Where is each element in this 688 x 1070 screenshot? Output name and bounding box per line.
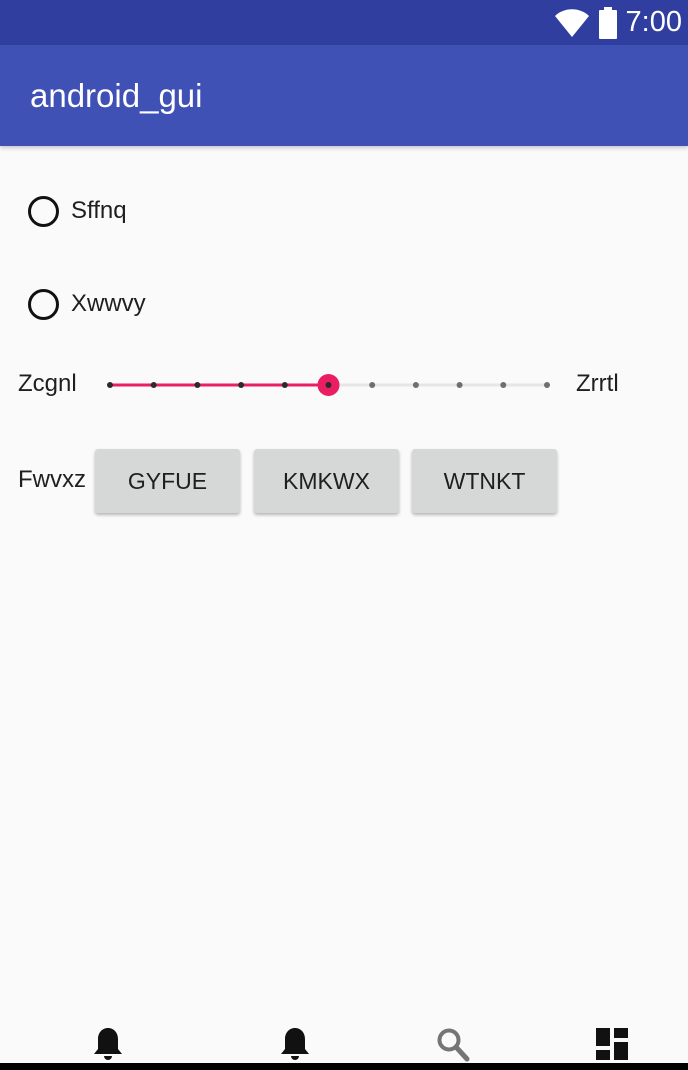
kmkwx-button[interactable]: KMKWX xyxy=(254,449,399,513)
seekbar-tick xyxy=(150,382,157,388)
seekbar-tick xyxy=(107,382,113,388)
gyfue-button[interactable]: GYFUE xyxy=(95,449,240,513)
seekbar-tick xyxy=(238,382,245,388)
status-time: 7:00 xyxy=(625,6,682,38)
status-bar: 7:00 xyxy=(0,0,688,45)
seekbar-tick xyxy=(500,382,507,388)
seekbar[interactable] xyxy=(100,365,560,405)
seekbar-tick xyxy=(456,382,463,388)
dashboard-icon[interactable] xyxy=(592,1026,632,1062)
bottom-navigation xyxy=(0,1018,688,1062)
radio-label: Sffnq xyxy=(71,197,127,224)
seekbar-right-label: Zrrtl xyxy=(576,370,619,397)
bell-icon[interactable] xyxy=(88,1026,128,1062)
screen: 7:00 android_gui Sffnq Xwwvy Zcgnl Zrrtl… xyxy=(0,0,688,1070)
battery-icon xyxy=(598,6,618,39)
radio-button-circle[interactable] xyxy=(28,195,59,227)
seekbar-left-label: Zcgnl xyxy=(18,370,77,397)
app-bar: android_gui xyxy=(0,45,688,146)
bell-icon[interactable] xyxy=(275,1026,315,1062)
search-icon[interactable] xyxy=(433,1026,473,1062)
radio-option-sffnq[interactable]: Sffnq xyxy=(28,189,127,233)
app-title: android_gui xyxy=(30,77,203,114)
seekbar-thumb-tick xyxy=(325,382,332,388)
seekbar-tick xyxy=(544,382,550,388)
radio-button-circle[interactable] xyxy=(28,288,59,320)
navigation-bar-edge xyxy=(0,1063,688,1070)
status-icons: 7:00 xyxy=(554,0,682,45)
seekbar-tick xyxy=(194,382,201,388)
seekbar-tick xyxy=(412,382,419,388)
radio-label: Xwwvy xyxy=(71,290,146,317)
wtnkt-button[interactable]: WTNKT xyxy=(412,449,557,513)
seekbar-tick xyxy=(369,382,376,388)
button-group-label: Fwvxz xyxy=(18,466,86,493)
seekbar-tick xyxy=(281,382,288,388)
radio-option-xwwvy[interactable]: Xwwvy xyxy=(28,282,146,326)
wifi-icon xyxy=(554,8,590,38)
